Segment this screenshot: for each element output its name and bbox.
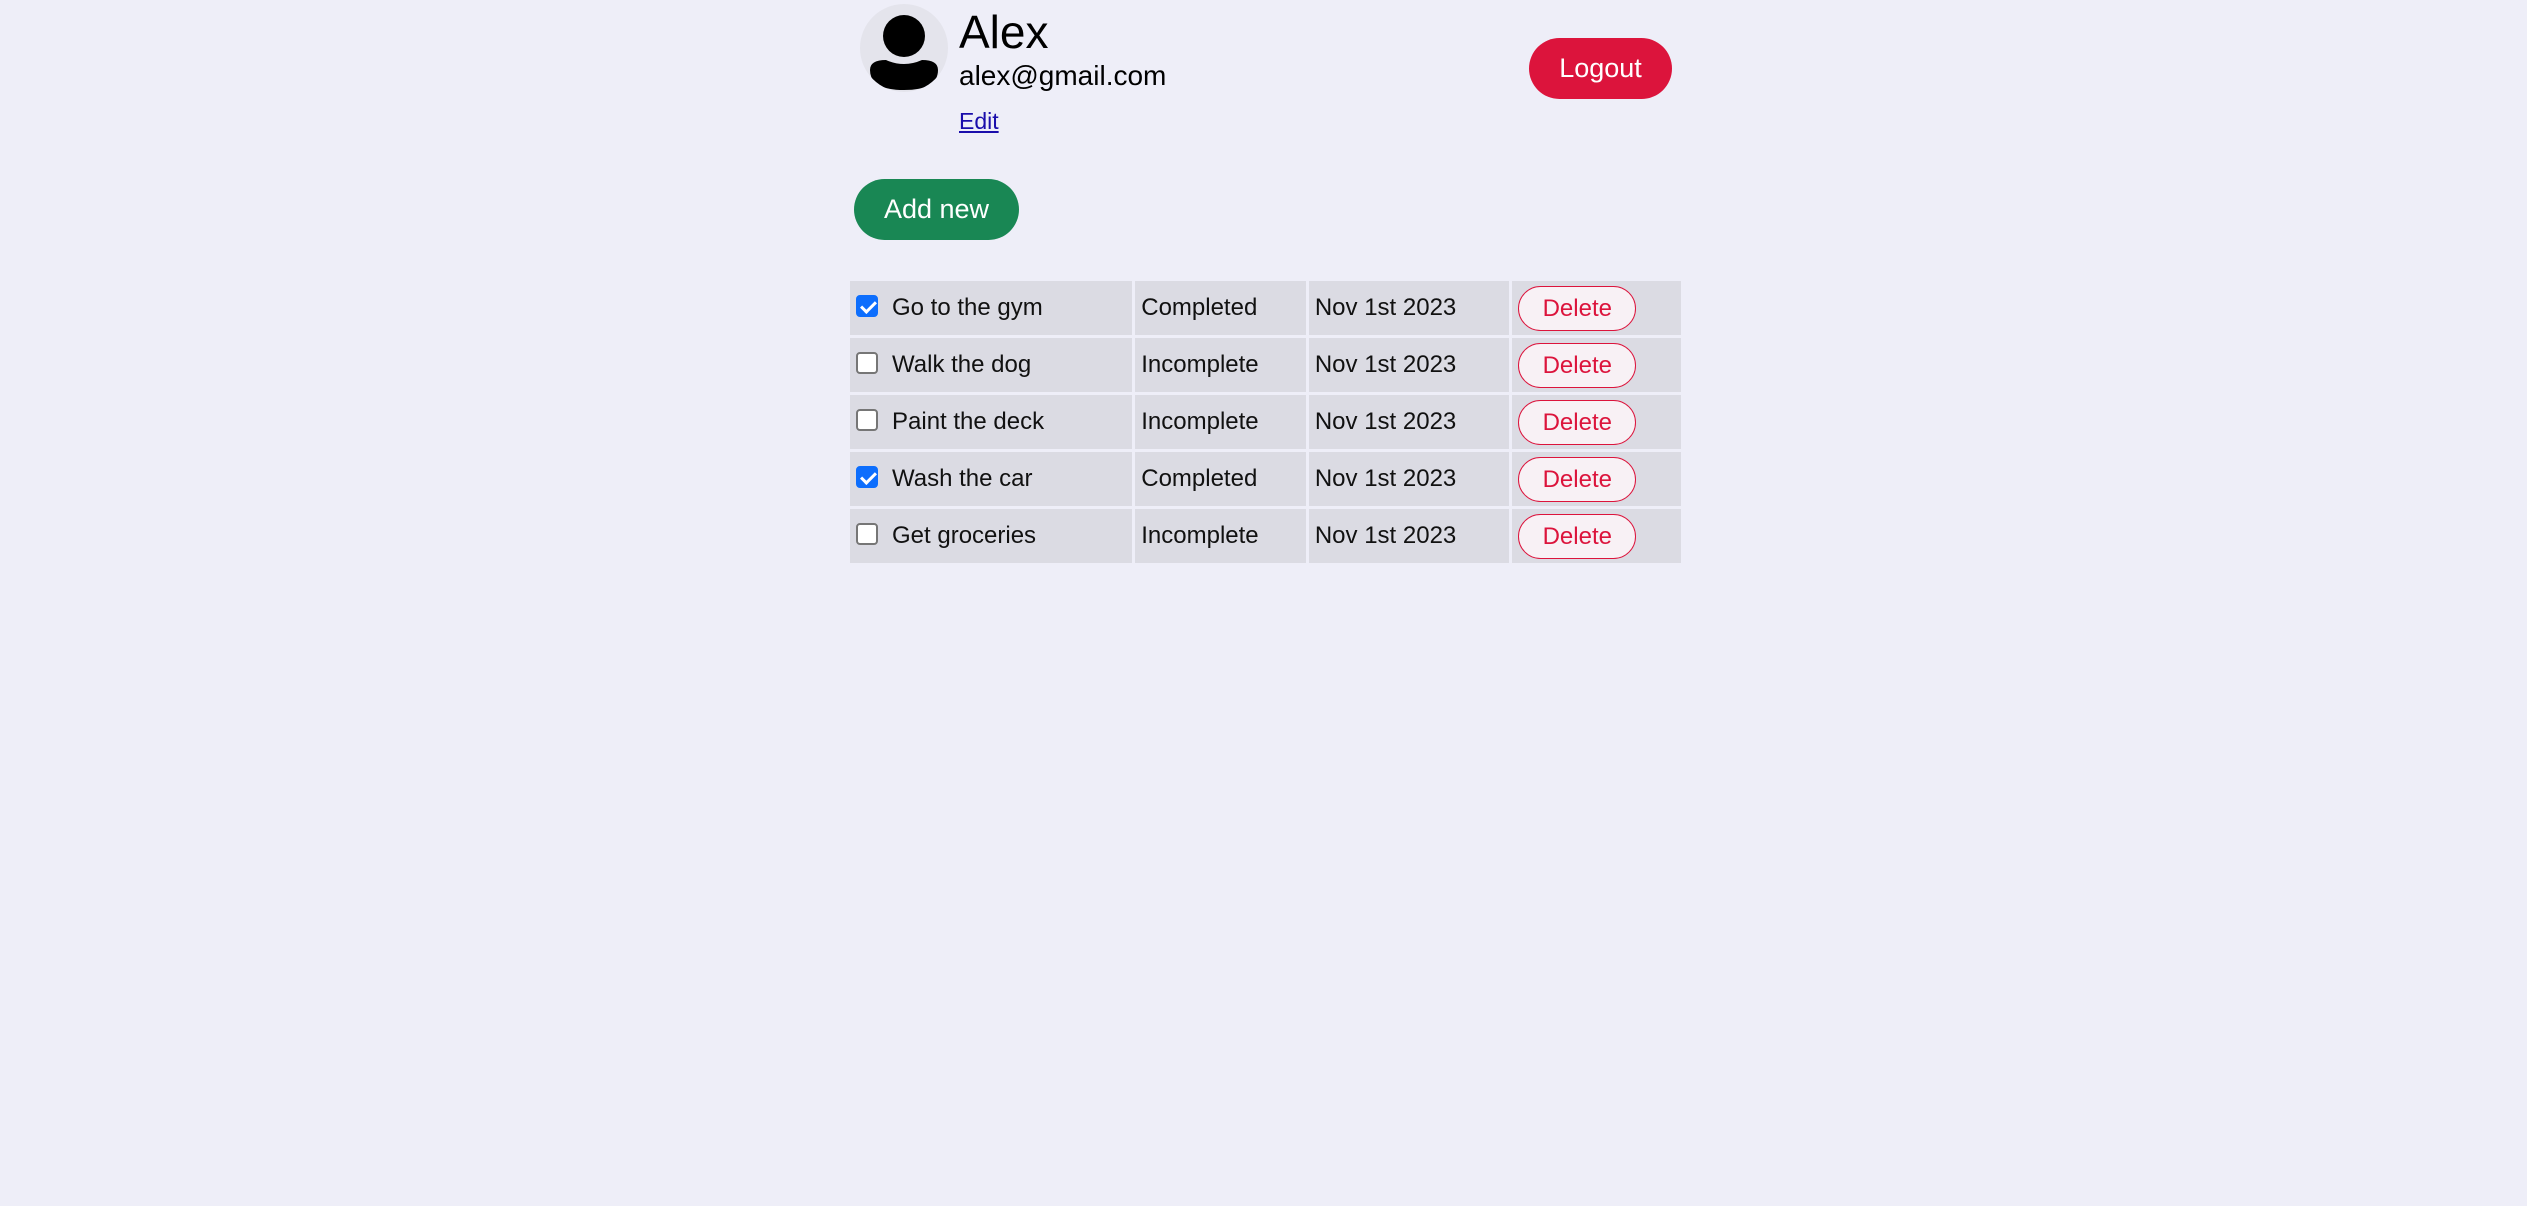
profile-name: Alex [959,6,1049,58]
table-row: Wash the car Completed Nov 1st 2023 Dele… [850,452,1681,506]
task-checkbox[interactable] [856,294,878,317]
status-cell: Completed [1135,452,1306,506]
date-cell: Nov 1st 2023 [1308,452,1510,506]
add-new-button[interactable]: Add new [854,179,1019,240]
date-cell: Nov 1st 2023 [1308,509,1510,563]
task-cell: Get groceries [850,509,1133,563]
task-title: Go to the gym [892,294,1043,321]
profile-header: Alex alex@gmail.com Edit Logout [850,0,1684,150]
profile-email: alex@gmail.com [959,60,1167,91]
date-cell: Nov 1st 2023 [1308,395,1510,449]
logout-button[interactable]: Logout [1529,38,1672,99]
task-checkbox[interactable] [856,351,878,374]
edit-profile-link[interactable]: Edit [959,106,999,136]
action-cell: Delete [1512,281,1681,335]
table-row: Get groceries Incomplete Nov 1st 2023 De… [850,509,1681,563]
action-cell: Delete [1512,338,1681,392]
date-cell: Nov 1st 2023 [1308,281,1510,335]
task-cell: Go to the gym [850,281,1133,335]
status-cell: Incomplete [1135,338,1306,392]
action-cell: Delete [1512,509,1681,563]
page-container: Alex alex@gmail.com Edit Logout Add new … [850,0,1684,563]
task-cell: Walk the dog [850,338,1133,392]
table-row: Go to the gym Completed Nov 1st 2023 Del… [850,281,1681,335]
delete-button[interactable]: Delete [1518,400,1637,446]
todo-table: Go to the gym Completed Nov 1st 2023 Del… [847,278,1684,566]
table-row: Paint the deck Incomplete Nov 1st 2023 D… [850,395,1681,449]
task-title: Paint the deck [892,408,1045,435]
delete-button[interactable]: Delete [1518,514,1637,560]
status-cell: Incomplete [1135,395,1306,449]
avatar [860,4,948,92]
task-checkbox[interactable] [856,465,878,488]
status-cell: Incomplete [1135,509,1306,563]
task-checkbox[interactable] [856,408,878,431]
date-cell: Nov 1st 2023 [1308,338,1510,392]
task-title: Get groceries [892,522,1037,549]
task-cell: Paint the deck [850,395,1133,449]
status-cell: Completed [1135,281,1306,335]
table-row: Walk the dog Incomplete Nov 1st 2023 Del… [850,338,1681,392]
action-cell: Delete [1512,395,1681,449]
action-cell: Delete [1512,452,1681,506]
delete-button[interactable]: Delete [1518,457,1637,503]
delete-button[interactable]: Delete [1518,286,1637,332]
task-title: Walk the dog [892,351,1032,378]
user-silhouette-icon [870,15,938,90]
task-checkbox[interactable] [856,522,878,545]
task-title: Wash the car [892,465,1033,492]
task-cell: Wash the car [850,452,1133,506]
delete-button[interactable]: Delete [1518,343,1637,389]
